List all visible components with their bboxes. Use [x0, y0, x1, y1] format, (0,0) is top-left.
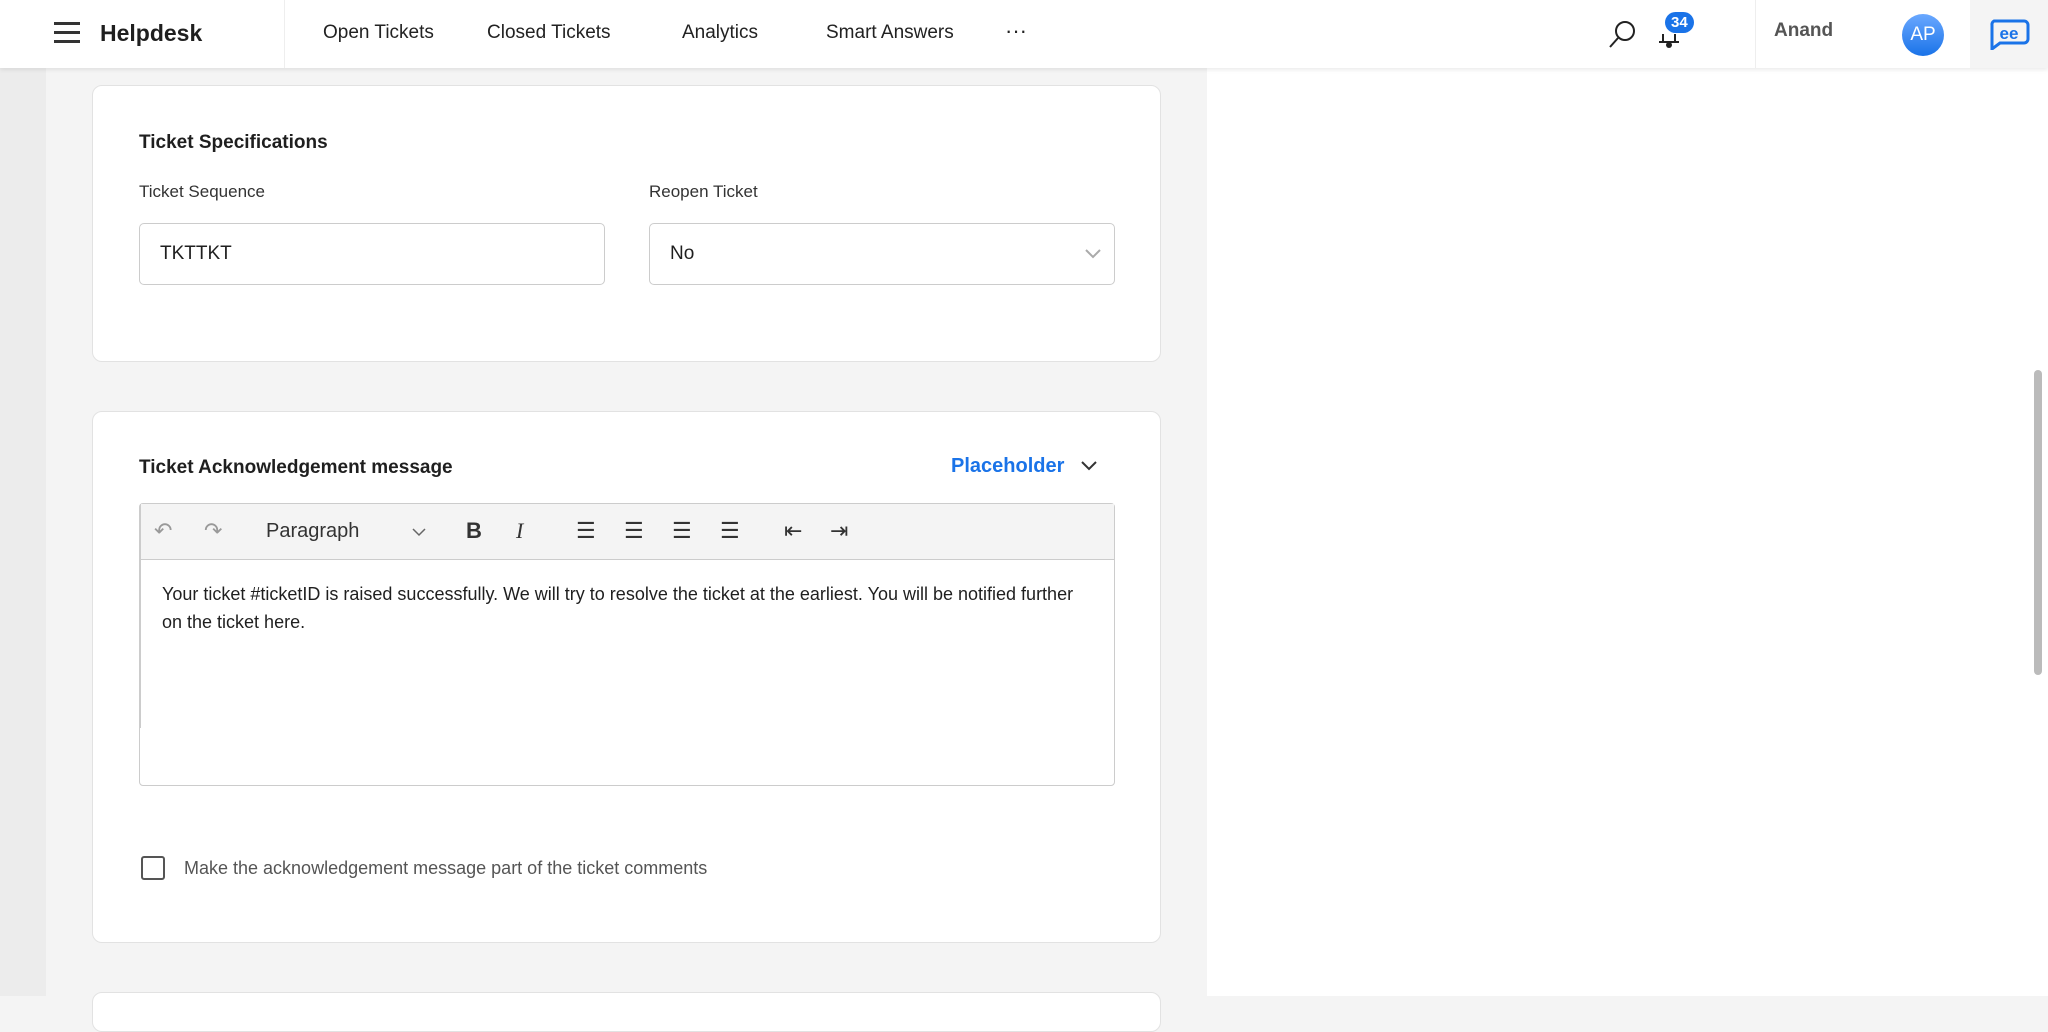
- reopen-ticket-select[interactable]: No: [649, 223, 1115, 285]
- bold-button[interactable]: B: [466, 518, 482, 544]
- editor-content[interactable]: Your ticket #ticketID is raised successf…: [140, 560, 1114, 656]
- align-center-icon[interactable]: ☰: [624, 518, 644, 544]
- placeholder-label: Placeholder: [951, 455, 1065, 477]
- chevron-down-icon: [412, 528, 426, 537]
- next-card: [92, 992, 1161, 1032]
- nav-smart-answers[interactable]: Smart Answers: [826, 22, 954, 44]
- sidebar-gutter: [0, 68, 46, 996]
- align-right-icon[interactable]: ☰: [672, 518, 692, 544]
- search-icon[interactable]: [1607, 18, 1637, 50]
- indent-icon[interactable]: ⇥: [830, 518, 848, 544]
- chevron-down-icon: [1085, 249, 1101, 259]
- editor-toolbar: ↶ ↷ Paragraph B I ☰ ☰ ☰ ☰ ⇤ ⇥: [140, 504, 1114, 728]
- undo-icon[interactable]: ↶: [154, 518, 172, 544]
- more-icon[interactable]: ···: [1005, 18, 1027, 44]
- nav-analytics[interactable]: Analytics: [682, 22, 758, 44]
- divider: [1755, 0, 1756, 68]
- menu-icon[interactable]: [54, 22, 80, 44]
- ack-comment-checkbox-label[interactable]: Make the acknowledgement message part of…: [184, 858, 707, 879]
- ticket-sequence-input[interactable]: TKTTKT: [139, 223, 605, 285]
- align-left-icon[interactable]: ☰: [576, 518, 596, 544]
- rich-text-editor: ↶ ↷ Paragraph B I ☰ ☰ ☰ ☰ ⇤ ⇥ Your ticke…: [139, 503, 1115, 786]
- placeholder-dropdown[interactable]: Placeholder: [951, 455, 1098, 478]
- scrollbar[interactable]: [2034, 370, 2042, 675]
- chat-logo-icon: ee: [1990, 19, 2030, 50]
- user-name[interactable]: Anand: [1774, 20, 1833, 42]
- section-title: Ticket Acknowledgement message: [139, 457, 453, 478]
- reopen-ticket-value: No: [670, 243, 695, 264]
- app-logo[interactable]: ee: [1970, 0, 2048, 68]
- chevron-down-icon: [1081, 461, 1097, 471]
- bell-icon[interactable]: [1657, 30, 1681, 50]
- top-nav: Helpdesk Open Tickets Closed Tickets Ana…: [0, 0, 2048, 68]
- ticket-sequence-label: Ticket Sequence: [139, 182, 265, 201]
- svg-text:ee: ee: [2000, 24, 2019, 43]
- outdent-icon[interactable]: ⇤: [784, 518, 802, 544]
- nav-closed-tickets[interactable]: Closed Tickets: [487, 22, 611, 44]
- align-justify-icon[interactable]: ☰: [720, 518, 740, 544]
- section-title: Ticket Specifications: [139, 132, 328, 153]
- brand: Helpdesk: [100, 20, 203, 46]
- notification-badge: 34: [1665, 12, 1694, 33]
- nav-open-tickets[interactable]: Open Tickets: [323, 22, 434, 44]
- divider: [284, 0, 285, 68]
- right-panel: [1207, 68, 2048, 996]
- avatar[interactable]: AP: [1902, 14, 1944, 56]
- italic-button[interactable]: I: [516, 518, 523, 544]
- paragraph-format-select[interactable]: Paragraph: [266, 520, 359, 543]
- redo-icon[interactable]: ↷: [204, 518, 222, 544]
- ticket-specifications-card: Ticket Specifications Ticket Sequence TK…: [92, 85, 1161, 362]
- reopen-ticket-label: Reopen Ticket: [649, 182, 758, 201]
- acknowledgement-card: Ticket Acknowledgement message Placehold…: [92, 411, 1161, 943]
- ack-comment-checkbox[interactable]: [141, 856, 165, 880]
